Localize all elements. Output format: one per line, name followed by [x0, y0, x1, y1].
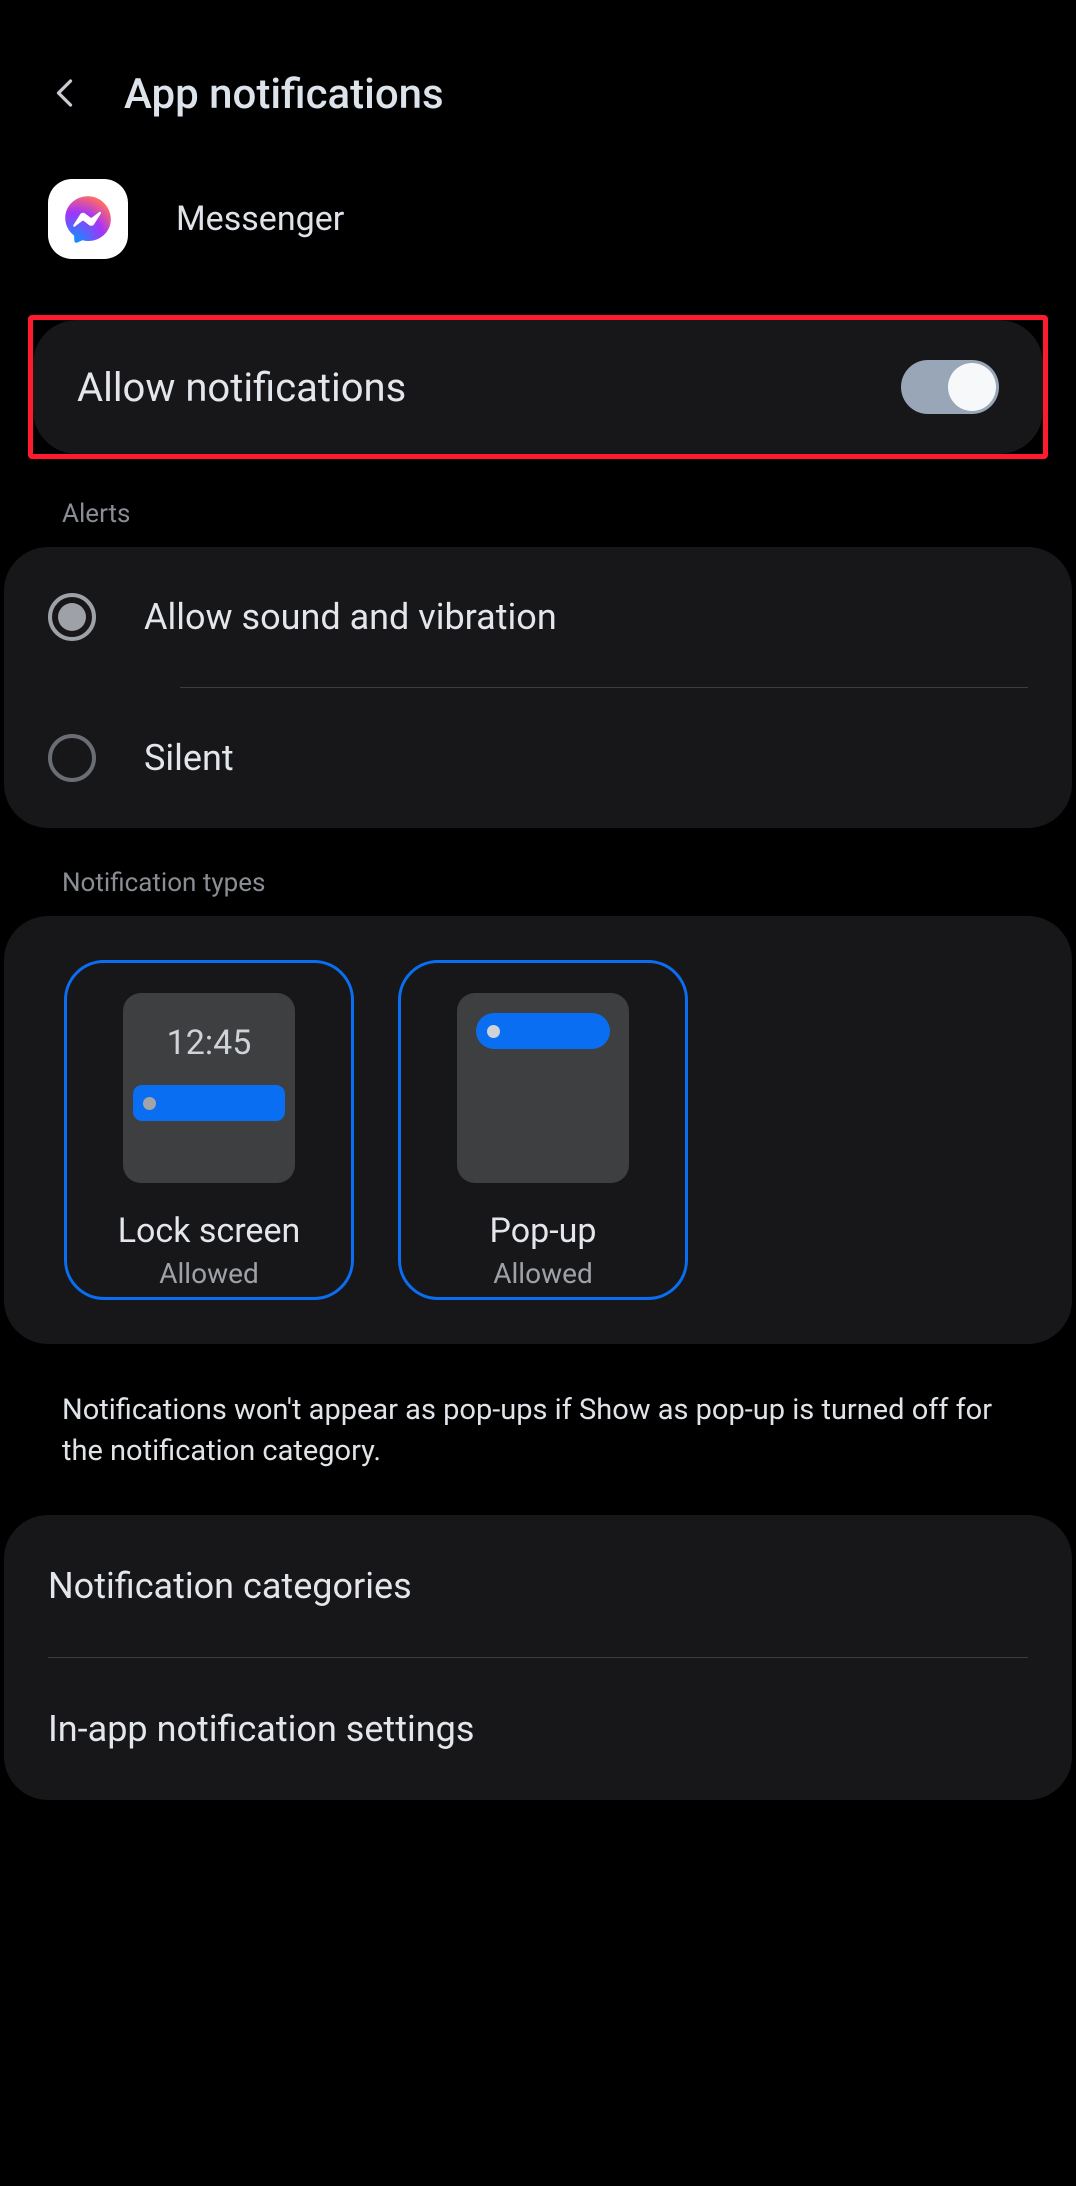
header: App notifications: [0, 0, 1076, 169]
alert-option-label: Silent: [144, 737, 234, 779]
notification-categories-link[interactable]: Notification categories: [4, 1515, 1072, 1657]
type-lock-screen[interactable]: 12:45 Lock screen Allowed: [64, 960, 354, 1300]
alert-option-silent[interactable]: Silent: [4, 688, 1072, 828]
highlight-box: Allow notifications: [28, 315, 1048, 459]
lock-screen-illustration: 12:45: [123, 993, 295, 1183]
popup-note-text: Notifications won't appear as pop-ups if…: [0, 1344, 1076, 1515]
app-info-row: Messenger: [0, 169, 1076, 299]
page-title: App notifications: [124, 70, 444, 119]
back-icon[interactable]: [48, 75, 84, 115]
allow-notifications-toggle[interactable]: [901, 360, 999, 414]
alert-option-sound-vibration[interactable]: Allow sound and vibration: [4, 547, 1072, 687]
messenger-app-icon: [48, 179, 128, 259]
alerts-section-label: Alerts: [0, 459, 1076, 547]
settings-links-card: Notification categories In-app notificat…: [4, 1515, 1072, 1800]
illustration-notification-bar: [133, 1085, 285, 1121]
radio-unselected-icon: [48, 734, 96, 782]
type-status: Allowed: [159, 1257, 259, 1290]
allow-notifications-label: Allow notifications: [77, 364, 406, 411]
type-popup[interactable]: Pop-up Allowed: [398, 960, 688, 1300]
illustration-popup-bar: [476, 1013, 610, 1049]
type-status: Allowed: [493, 1257, 593, 1290]
types-section-label: Notification types: [0, 828, 1076, 916]
radio-selected-icon: [48, 593, 96, 641]
alert-option-label: Allow sound and vibration: [144, 596, 557, 638]
in-app-notification-settings-link[interactable]: In-app notification settings: [4, 1658, 1072, 1800]
app-name-label: Messenger: [176, 199, 344, 239]
alerts-card: Allow sound and vibration Silent: [4, 547, 1072, 828]
allow-notifications-row[interactable]: Allow notifications: [33, 320, 1043, 454]
notification-types-card: 12:45 Lock screen Allowed Pop-up Allowed: [4, 916, 1072, 1344]
type-name: Pop-up: [490, 1211, 597, 1251]
type-name: Lock screen: [118, 1211, 301, 1251]
popup-illustration: [457, 993, 629, 1183]
illustration-time: 12:45: [167, 993, 252, 1063]
